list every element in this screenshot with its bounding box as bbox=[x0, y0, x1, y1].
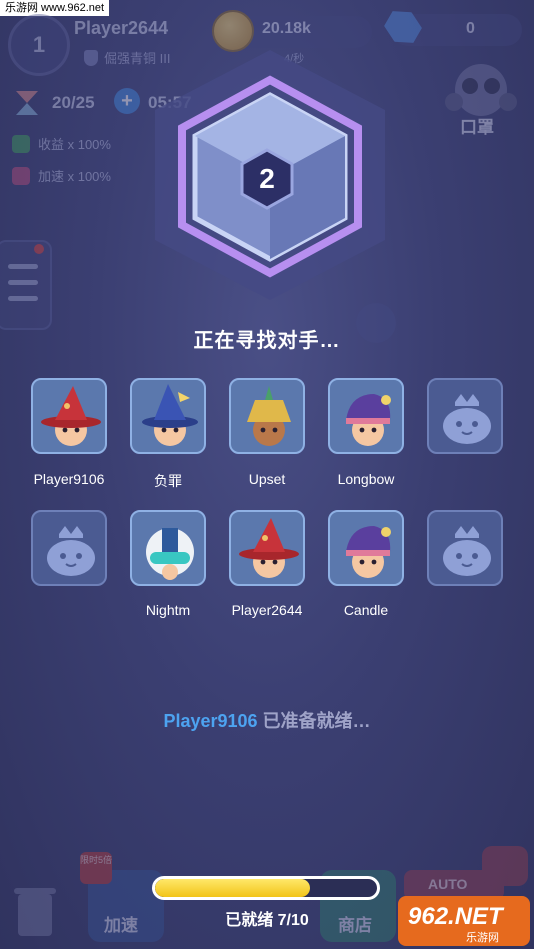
ready-status: Player9106 已准备就绪… bbox=[0, 707, 534, 733]
empty-slot bbox=[427, 378, 503, 454]
add-energy-button[interactable]: + bbox=[114, 88, 140, 114]
player-name: Player2644 bbox=[74, 18, 169, 38]
player-slot-name: Longbow bbox=[337, 471, 395, 487]
ready-text: 已准备就绪… bbox=[262, 711, 371, 731]
watermark-logo-sub: 乐游网 bbox=[466, 932, 499, 944]
empty-slot bbox=[31, 510, 107, 586]
buff-income-label: 收益 x 100% bbox=[38, 137, 111, 152]
player-slot-name: Upset bbox=[248, 471, 286, 487]
avatar-blue-wizard bbox=[132, 380, 204, 452]
buff-income: 收益 x 100% bbox=[12, 134, 111, 153]
player-slot bbox=[130, 510, 206, 586]
ready-progress-fill bbox=[155, 879, 311, 897]
player-slot bbox=[31, 378, 107, 454]
avatar-red-wizard bbox=[33, 380, 105, 452]
player-slot bbox=[328, 510, 404, 586]
gem-value: 0 bbox=[466, 20, 475, 37]
player-slot-name: Player9106 bbox=[33, 471, 105, 487]
player-slot-name: Player2644 bbox=[231, 602, 303, 618]
avatar-jester bbox=[330, 512, 402, 584]
player-level-badge[interactable]: 1 bbox=[8, 14, 70, 76]
player-slot-name: 负罪 bbox=[154, 473, 182, 489]
gear-icon[interactable] bbox=[482, 846, 528, 886]
speed-badge: 限时5倍 bbox=[80, 852, 112, 884]
notification-dot bbox=[34, 244, 44, 254]
coin-value: 20.18k bbox=[262, 20, 311, 37]
player-slot-name: Nightm bbox=[145, 602, 191, 618]
rank-hex-badge: 2 bbox=[155, 50, 385, 300]
energy-value: 20/25 bbox=[52, 93, 95, 112]
player-slot bbox=[229, 510, 305, 586]
avatar-red-wizard bbox=[231, 512, 303, 584]
side-menu-button[interactable] bbox=[0, 240, 52, 330]
ready-player-name: Player9106 bbox=[163, 711, 258, 731]
income-icon bbox=[12, 134, 30, 153]
mask-label: 口罩 bbox=[460, 118, 494, 137]
speed-buff-icon bbox=[12, 166, 30, 185]
avatar-pharaoh bbox=[231, 380, 303, 452]
rank-number: 2 bbox=[259, 163, 275, 194]
avatar-jester bbox=[330, 380, 402, 452]
empty-slot-ghost-icon bbox=[429, 512, 501, 584]
hourglass-icon bbox=[16, 91, 38, 115]
empty-slot bbox=[427, 510, 503, 586]
watermark-site: 乐游网 www.962.net bbox=[0, 0, 110, 16]
watermark-logo-text: 962.NET bbox=[408, 903, 503, 930]
buff-speed-label: 加速 x 100% bbox=[38, 169, 111, 184]
player-slot-name: Candle bbox=[343, 602, 389, 618]
player-slot bbox=[229, 378, 305, 454]
ready-progress-bar bbox=[152, 876, 380, 900]
searching-status: 正在寻找对手… bbox=[193, 330, 341, 352]
player-slot bbox=[130, 378, 206, 454]
empty-slot-ghost-icon bbox=[429, 380, 501, 452]
buff-speed: 加速 x 100% bbox=[12, 166, 111, 185]
avatar-helmet bbox=[132, 512, 204, 584]
empty-slot-ghost-icon bbox=[33, 512, 105, 584]
player-slot bbox=[328, 378, 404, 454]
rank-shield-icon bbox=[84, 49, 98, 66]
